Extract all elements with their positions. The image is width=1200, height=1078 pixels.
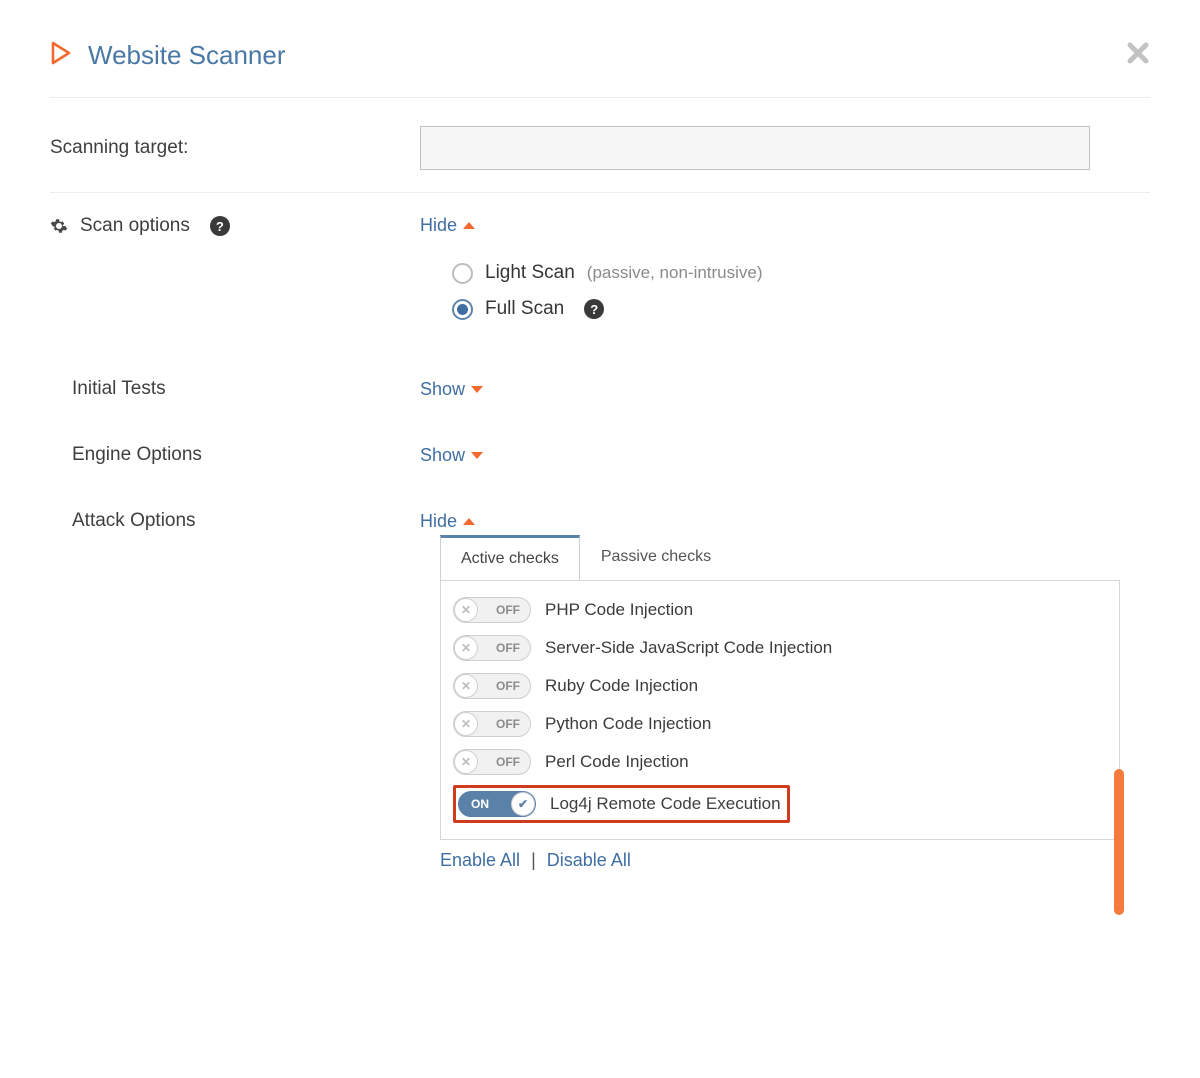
toggle-text: Hide bbox=[420, 215, 457, 236]
target-content bbox=[420, 126, 1150, 170]
initial-tests-toggle[interactable]: Show bbox=[420, 379, 483, 400]
radio-selected-icon[interactable] bbox=[452, 299, 473, 320]
attack-options-panel: Active checks Passive checks ✕ OFF PHP C… bbox=[440, 534, 1120, 871]
toggle-knob: ✕ bbox=[454, 674, 478, 698]
toggle-state-text: OFF bbox=[496, 641, 520, 655]
initial-tests-label: Initial Tests bbox=[50, 378, 420, 400]
attack-options-row: Attack Options Hide bbox=[50, 488, 1150, 538]
check-toggle[interactable]: ✕ OFF bbox=[453, 673, 531, 699]
full-scan-label: Full Scan bbox=[485, 298, 564, 320]
x-icon: ✕ bbox=[461, 641, 471, 655]
tab-active-checks[interactable]: Active checks bbox=[440, 535, 580, 581]
play-icon bbox=[50, 41, 72, 70]
initial-tests-row: Initial Tests Show bbox=[50, 356, 1150, 422]
check-toggle[interactable]: ✕ OFF bbox=[453, 711, 531, 737]
check-item: ✕ OFF PHP Code Injection bbox=[453, 591, 1103, 629]
check-label: Server-Side JavaScript Code Injection bbox=[545, 638, 832, 658]
target-label: Scanning target: bbox=[50, 137, 420, 159]
check-label: Python Code Injection bbox=[545, 714, 711, 734]
help-icon[interactable]: ? bbox=[584, 299, 604, 319]
attack-options-toggle[interactable]: Hide bbox=[420, 511, 475, 532]
toggle-state-text: OFF bbox=[496, 603, 520, 617]
check-item: ✕ OFF Ruby Code Injection bbox=[453, 667, 1103, 705]
help-icon[interactable]: ? bbox=[210, 216, 230, 236]
toggle-knob: ✕ bbox=[454, 712, 478, 736]
attack-options-label: Attack Options bbox=[50, 510, 420, 532]
tab-passive-checks[interactable]: Passive checks bbox=[580, 535, 732, 581]
toggle-knob: ✕ bbox=[454, 636, 478, 660]
scan-options-content: Hide Light Scan (passive, non-intrusive)… bbox=[420, 215, 1150, 334]
check-toggle[interactable]: ✕ OFF bbox=[453, 597, 531, 623]
checks-tabs: Active checks Passive checks bbox=[440, 534, 1120, 580]
toggle-state-text: ON bbox=[471, 797, 489, 811]
x-icon: ✕ bbox=[461, 679, 471, 693]
check-icon: ✔ bbox=[518, 797, 528, 811]
enable-all-link[interactable]: Enable All bbox=[440, 850, 520, 870]
bulk-links: Enable All | Disable All bbox=[440, 850, 1120, 871]
toggle-knob: ✔ bbox=[511, 792, 535, 816]
header-left: Website Scanner bbox=[50, 40, 286, 71]
check-item: ✕ OFF Python Code Injection bbox=[453, 705, 1103, 743]
check-toggle[interactable]: ON ✔ bbox=[458, 791, 536, 817]
scanner-dialog: Website Scanner Scanning target: Scan op… bbox=[0, 0, 1200, 921]
check-toggle[interactable]: ✕ OFF bbox=[453, 635, 531, 661]
caret-up-icon bbox=[463, 518, 475, 525]
caret-down-icon bbox=[471, 386, 483, 393]
toggle-text: Hide bbox=[420, 511, 457, 532]
check-toggle[interactable]: ✕ OFF bbox=[453, 749, 531, 775]
scan-options-toggle[interactable]: Hide bbox=[420, 215, 475, 236]
light-scan-hint: (passive, non-intrusive) bbox=[587, 263, 763, 283]
engine-options-toggle[interactable]: Show bbox=[420, 445, 483, 466]
scan-modes: Light Scan (passive, non-intrusive) Full… bbox=[420, 262, 1150, 320]
toggle-state-text: OFF bbox=[496, 755, 520, 769]
x-icon: ✕ bbox=[461, 603, 471, 617]
check-item: ✕ OFF Perl Code Injection bbox=[453, 743, 1103, 781]
gear-icon bbox=[50, 217, 68, 235]
check-label: Perl Code Injection bbox=[545, 752, 689, 772]
disable-all-link[interactable]: Disable All bbox=[547, 850, 631, 870]
dialog-header: Website Scanner bbox=[50, 40, 1150, 98]
engine-options-label: Engine Options bbox=[50, 444, 420, 466]
scan-options-text: Scan options bbox=[80, 215, 190, 237]
highlighted-check: ON ✔ Log4j Remote Code Execution bbox=[453, 785, 790, 823]
checks-list: ✕ OFF PHP Code Injection ✕ OFF Server-Si… bbox=[440, 580, 1120, 840]
check-label: PHP Code Injection bbox=[545, 600, 693, 620]
separator: | bbox=[531, 850, 536, 870]
toggle-text: Show bbox=[420, 379, 465, 400]
caret-up-icon bbox=[463, 222, 475, 229]
engine-options-row: Engine Options Show bbox=[50, 422, 1150, 488]
close-icon[interactable] bbox=[1126, 41, 1150, 70]
x-icon: ✕ bbox=[461, 755, 471, 769]
toggle-text: Show bbox=[420, 445, 465, 466]
check-label: Ruby Code Injection bbox=[545, 676, 698, 696]
light-scan-option[interactable]: Light Scan (passive, non-intrusive) bbox=[452, 262, 1150, 284]
scan-options-label: Scan options ? bbox=[50, 215, 420, 237]
check-item: ✕ OFF Server-Side JavaScript Code Inject… bbox=[453, 629, 1103, 667]
target-row: Scanning target: bbox=[50, 104, 1150, 193]
full-scan-option[interactable]: Full Scan ? bbox=[452, 298, 1150, 320]
x-icon: ✕ bbox=[461, 717, 471, 731]
scrollbar-thumb[interactable] bbox=[1114, 769, 1124, 915]
caret-down-icon bbox=[471, 452, 483, 459]
toggle-state-text: OFF bbox=[496, 679, 520, 693]
check-label: Log4j Remote Code Execution bbox=[550, 794, 781, 814]
light-scan-label: Light Scan bbox=[485, 262, 575, 284]
scanning-target-input[interactable] bbox=[420, 126, 1090, 170]
toggle-knob: ✕ bbox=[454, 750, 478, 774]
scan-options-row: Scan options ? Hide Light Scan (passive,… bbox=[50, 193, 1150, 356]
dialog-title: Website Scanner bbox=[88, 40, 286, 71]
toggle-knob: ✕ bbox=[454, 598, 478, 622]
radio-unselected-icon[interactable] bbox=[452, 263, 473, 284]
toggle-state-text: OFF bbox=[496, 717, 520, 731]
